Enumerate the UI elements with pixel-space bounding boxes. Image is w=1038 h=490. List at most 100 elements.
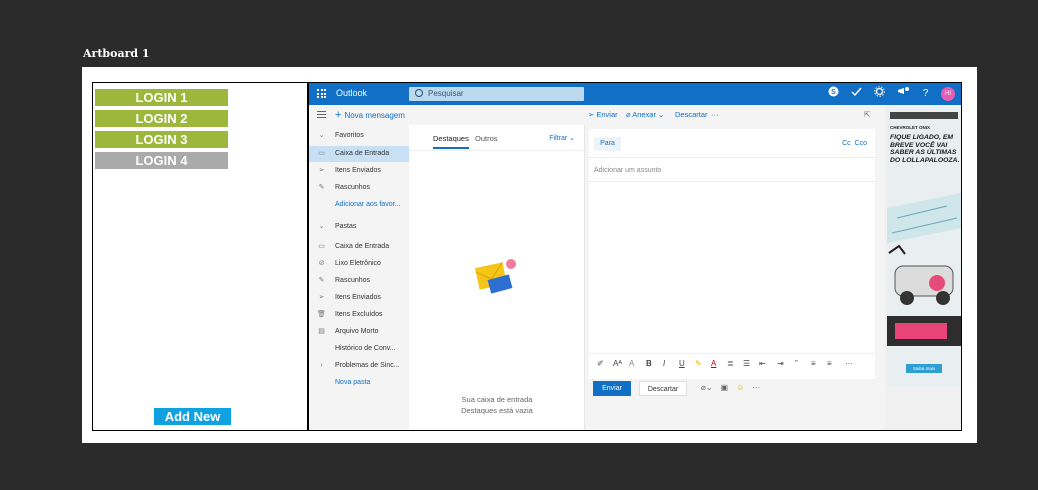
- bullet-list-icon[interactable]: ☰: [743, 359, 750, 368]
- chevrolet-logo-icon: [890, 112, 958, 119]
- add-favorite-link[interactable]: Adicionar aos favor...: [309, 197, 409, 213]
- ad-banner[interactable]: CHEVROLET ONIX FIQUE LIGADO, EM BREVE VO…: [887, 108, 961, 387]
- discard-button[interactable]: Descartar: [639, 381, 687, 396]
- skype-icon[interactable]: S: [826, 86, 841, 101]
- add-new-button[interactable]: Add New: [154, 408, 231, 425]
- font-color-icon[interactable]: A: [711, 359, 716, 368]
- compose-pane: Para Cc Cco Adicionar um assunto ✐ Aᴬ A …: [585, 125, 885, 430]
- inbox-icon: ▭: [318, 150, 325, 157]
- ad-cta-button[interactable]: Saiba mais: [906, 364, 942, 373]
- attach-action[interactable]: ⌀ Anexar ⌄: [626, 110, 664, 119]
- tab-other[interactable]: Outros: [475, 134, 498, 143]
- ad-car-illustration-icon: [887, 193, 961, 346]
- folder-drafts[interactable]: ✎ Rascunhos: [309, 273, 409, 289]
- popout-icon[interactable]: ⇱: [864, 110, 870, 119]
- increase-indent-icon[interactable]: ⇥: [777, 359, 784, 368]
- outlook-top-bar: Outlook Pesquisar S ? HI: [309, 83, 961, 105]
- attach-icon[interactable]: ⌀⌄: [701, 383, 713, 392]
- folder-sent[interactable]: ➢ Itens Enviados: [309, 290, 409, 306]
- folder-sync-issues[interactable]: › Problemas de Sinc...: [309, 358, 409, 374]
- todo-check-icon[interactable]: [849, 86, 864, 101]
- send-icon: ➢: [318, 294, 325, 301]
- app-launcher-icon[interactable]: [317, 89, 326, 98]
- folder-sent-label: Itens Enviados: [335, 294, 381, 301]
- command-bar: + Nova mensagem ➢ Enviar ⌀ Anexar ⌄ Desca…: [309, 105, 961, 125]
- more-actions[interactable]: ···: [711, 110, 719, 119]
- login-3-button[interactable]: LOGIN 3: [95, 131, 228, 148]
- align-left-icon[interactable]: ≡: [811, 359, 816, 368]
- more-options-icon[interactable]: ···: [752, 383, 760, 392]
- favorite-drafts[interactable]: ✎ Rascunhos: [309, 180, 409, 196]
- login-1-button[interactable]: LOGIN 1: [95, 89, 228, 106]
- folder-pane: ⌄ Favoritos ▭ Caixa de Entrada ➢ Itens E…: [309, 125, 409, 430]
- tab-focused[interactable]: Destaques: [433, 134, 469, 149]
- artboard: LOGIN 1 LOGIN 2 LOGIN 3 LOGIN 4 Add New …: [82, 67, 977, 443]
- favorite-inbox[interactable]: ▭ Caixa de Entrada: [309, 146, 409, 162]
- bcc-link[interactable]: Cco: [855, 140, 867, 147]
- folder-sync-issues-label: Problemas de Sinc...: [335, 362, 400, 369]
- search-icon: [415, 89, 423, 97]
- insert-picture-icon[interactable]: ▣: [721, 383, 729, 392]
- add-favorite-label: Adicionar aos favor...: [335, 201, 401, 208]
- new-message-button[interactable]: + Nova mensagem: [335, 109, 405, 121]
- settings-gear-icon[interactable]: [872, 86, 887, 101]
- favorite-sent[interactable]: ➢ Itens Enviados: [309, 163, 409, 179]
- help-icon[interactable]: ?: [918, 86, 933, 101]
- more-formatting-icon[interactable]: ···: [845, 359, 853, 368]
- font-size-icon[interactable]: Aᴬ: [613, 359, 622, 368]
- decrease-indent-icon[interactable]: ⇤: [759, 359, 766, 368]
- svg-text:S: S: [831, 89, 836, 96]
- subject-input[interactable]: Adicionar um assunto: [594, 167, 661, 174]
- folder-archive[interactable]: ▤ Arquivo Morto: [309, 324, 409, 340]
- message-list: Destaques Outros Filtrar ⌄ Sua caixa de …: [409, 125, 585, 430]
- folder-junk-label: Lixo Eletrônico: [335, 260, 381, 267]
- outlook-brand[interactable]: Outlook: [336, 88, 367, 98]
- italic-icon[interactable]: I: [663, 359, 665, 368]
- numbered-list-icon[interactable]: ≣: [727, 359, 734, 368]
- inbox-icon: ▭: [318, 243, 325, 250]
- hamburger-menu-icon[interactable]: [317, 111, 326, 118]
- quote-icon[interactable]: ”: [795, 359, 798, 368]
- send-button[interactable]: Enviar: [593, 381, 631, 396]
- format-painter-icon[interactable]: ✐: [597, 359, 604, 368]
- font-grow-icon[interactable]: A: [629, 359, 634, 368]
- empty-inbox-illustration-icon: [475, 259, 516, 294]
- align-center-icon[interactable]: ≡: [827, 359, 832, 368]
- plus-icon: +: [335, 109, 342, 121]
- new-folder-link[interactable]: Nova pasta: [309, 375, 409, 391]
- ad-small-label: CHEVROLET ONIX: [890, 125, 931, 130]
- folders-header[interactable]: ⌄ Pastas: [309, 219, 409, 235]
- avatar[interactable]: HI: [941, 86, 955, 101]
- highlight-icon[interactable]: ✎: [695, 359, 702, 368]
- bold-icon[interactable]: B: [646, 359, 652, 368]
- chevron-down-icon: ⌄: [655, 110, 665, 119]
- pencil-icon: ✎: [318, 277, 325, 284]
- underline-icon[interactable]: U: [679, 359, 685, 368]
- folders-header-label: Pastas: [335, 223, 357, 230]
- artboard-title: Artboard 1: [83, 47, 150, 60]
- search-input[interactable]: Pesquisar: [409, 87, 584, 101]
- ad-headline: FIQUE LIGADO, EM BREVE VOCÊ VAI SABER AS…: [890, 134, 960, 164]
- discard-action[interactable]: Descartar: [675, 110, 708, 119]
- emoji-icon[interactable]: ☺: [736, 383, 744, 392]
- announcement-icon[interactable]: [895, 86, 910, 101]
- message-list-tabs: Destaques Outros Filtrar ⌄: [409, 125, 585, 151]
- cc-link[interactable]: Cc: [842, 140, 851, 147]
- chevron-right-icon: ›: [320, 362, 323, 369]
- folder-junk[interactable]: ⊘ Lixo Eletrônico: [309, 256, 409, 272]
- folder-inbox-label: Caixa de Entrada: [335, 243, 390, 250]
- folder-deleted[interactable]: 🗑 Itens Excluídos: [309, 307, 409, 323]
- filter-label: Filtrar: [549, 135, 568, 142]
- favorite-drafts-label: Rascunhos: [335, 184, 371, 191]
- folder-conversation-history[interactable]: Histórico de Conv...: [309, 341, 409, 357]
- chevron-down-icon: ⌄: [567, 135, 575, 142]
- folder-drafts-label: Rascunhos: [335, 277, 371, 284]
- favorites-header-label: Favoritos: [335, 132, 364, 139]
- filter-button[interactable]: Filtrar ⌄: [549, 134, 575, 142]
- send-action[interactable]: ➢ Enviar: [588, 110, 618, 119]
- to-button[interactable]: Para: [594, 137, 621, 151]
- folder-inbox[interactable]: ▭ Caixa de Entrada: [309, 239, 409, 255]
- login-4-button[interactable]: LOGIN 4: [95, 152, 228, 169]
- favorites-header[interactable]: ⌄ Favoritos: [309, 128, 409, 144]
- login-2-button[interactable]: LOGIN 2: [95, 110, 228, 127]
